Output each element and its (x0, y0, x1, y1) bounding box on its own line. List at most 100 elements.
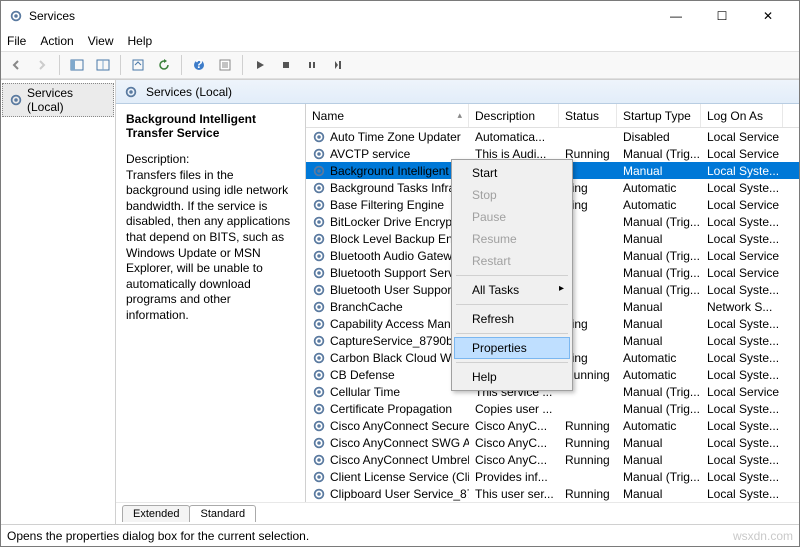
services-icon (9, 9, 23, 23)
cell-startup: Manual (617, 436, 701, 450)
show-hide-tree-button[interactable] (66, 54, 88, 76)
col-startup[interactable]: Startup Type (617, 104, 701, 127)
cell-description: Cisco AnyC... (469, 419, 559, 433)
table-row[interactable]: Cisco AnyConnect SWG Ag...Cisco AnyC...R… (306, 434, 799, 451)
cell-startup: Manual (617, 453, 701, 467)
col-description[interactable]: Description (469, 104, 559, 127)
back-button[interactable] (5, 54, 27, 76)
toolbar: ? (1, 51, 799, 79)
menu-view[interactable]: View (88, 34, 114, 48)
pause-service-button[interactable] (301, 54, 323, 76)
cell-logon: Local Syste... (701, 334, 783, 348)
cell-name: Base Filtering Engine (330, 198, 444, 212)
cell-description: Automatica... (469, 130, 559, 144)
context-menu-item[interactable]: Properties (454, 337, 570, 359)
context-menu-item[interactable]: Help (454, 366, 570, 388)
tree-root-services[interactable]: Services (Local) (2, 83, 114, 117)
selected-service-title: Background Intelligent Transfer Service (126, 112, 295, 140)
cell-name: Block Level Backup Eng... (330, 232, 469, 246)
cell-status: Running (559, 487, 617, 501)
gear-icon (312, 419, 326, 433)
cell-startup: Automatic (617, 419, 701, 433)
table-row[interactable]: Auto Time Zone UpdaterAutomatica...Disab… (306, 128, 799, 145)
context-menu-item[interactable]: Refresh (454, 308, 570, 330)
gear-icon (312, 487, 326, 501)
forward-button[interactable] (31, 54, 53, 76)
table-row[interactable]: Client License Service (ClipS...Provides… (306, 468, 799, 485)
table-row[interactable]: Clipboard User Service_8790bThis user se… (306, 485, 799, 502)
cell-logon: Local Syste... (701, 351, 783, 365)
gear-icon (312, 334, 326, 348)
cell-startup: Automatic (617, 351, 701, 365)
cell-startup: Automatic (617, 368, 701, 382)
cell-name: Bluetooth User Support ... (330, 283, 468, 297)
context-menu: StartStopPauseResumeRestartAll Tasks▸Ref… (451, 159, 573, 391)
maximize-button[interactable]: ☐ (699, 1, 745, 31)
context-menu-item[interactable]: All Tasks▸ (454, 279, 570, 301)
restart-service-button[interactable] (327, 54, 349, 76)
cell-status: Running (559, 419, 617, 433)
minimize-button[interactable]: — (653, 1, 699, 31)
cell-startup: Manual (Trig... (617, 283, 701, 297)
menu-file[interactable]: File (7, 34, 26, 48)
table-body[interactable]: Auto Time Zone UpdaterAutomatica...Disab… (306, 128, 799, 502)
gear-icon (312, 453, 326, 467)
cell-name: CaptureService_8790b (330, 334, 453, 348)
cell-name: Certificate Propagation (330, 402, 452, 416)
cell-startup: Manual (617, 164, 701, 178)
stop-service-button[interactable] (275, 54, 297, 76)
gear-icon (312, 266, 326, 280)
gear-icon (312, 164, 326, 178)
export-button[interactable] (127, 54, 149, 76)
cell-name: Background Tasks Infras... (330, 181, 469, 195)
service-detail-pane: Background Intelligent Transfer Service … (116, 104, 306, 502)
cell-name: AVCTP service (330, 147, 410, 161)
gear-icon (312, 470, 326, 484)
tab-extended[interactable]: Extended (122, 505, 190, 522)
cell-logon: Local Syste... (701, 487, 783, 501)
gear-icon (312, 232, 326, 246)
cell-description: Cisco AnyC... (469, 453, 559, 467)
cell-name: Background Intelligent T... (330, 164, 468, 178)
gear-icon (312, 283, 326, 297)
gear-icon (312, 198, 326, 212)
col-status[interactable]: Status (559, 104, 617, 127)
menubar: File Action View Help (1, 31, 799, 51)
submenu-arrow-icon: ▸ (559, 283, 564, 294)
col-name[interactable]: Name▴ (306, 104, 469, 127)
properties-button[interactable] (214, 54, 236, 76)
context-menu-item: Restart (454, 250, 570, 272)
cell-startup: Manual (Trig... (617, 385, 701, 399)
cell-name: Cellular Time (330, 385, 400, 399)
cell-logon: Local Syste... (701, 181, 783, 195)
cell-name: Cisco AnyConnect Secure ... (330, 419, 469, 433)
cell-name: Bluetooth Support Servi... (330, 266, 467, 280)
cell-logon: Local Syste... (701, 453, 783, 467)
titlebar: Services — ☐ ✕ (1, 1, 799, 31)
col-logon[interactable]: Log On As (701, 104, 783, 127)
start-service-button[interactable] (249, 54, 271, 76)
cell-logon: Local Service (701, 266, 783, 280)
table-header: Name▴ Description Status Startup Type Lo… (306, 104, 799, 128)
tab-standard[interactable]: Standard (189, 505, 256, 522)
menu-help[interactable]: Help (128, 34, 153, 48)
cell-startup: Disabled (617, 130, 701, 144)
cell-logon: Local Syste... (701, 419, 783, 433)
table-row[interactable]: Certificate PropagationCopies user ...Ma… (306, 400, 799, 417)
context-menu-item[interactable]: Start (454, 162, 570, 184)
table-row[interactable]: Cisco AnyConnect Umbrell...Cisco AnyC...… (306, 451, 799, 468)
refresh-button[interactable] (153, 54, 175, 76)
gear-icon (312, 147, 326, 161)
detail-view-button[interactable] (92, 54, 114, 76)
cell-name: CB Defense (330, 368, 395, 382)
help-button[interactable]: ? (188, 54, 210, 76)
menu-action[interactable]: Action (40, 34, 73, 48)
detail-panel: Services (Local) Background Intelligent … (116, 80, 799, 524)
close-button[interactable]: ✕ (745, 1, 791, 31)
cell-status: Running (559, 436, 617, 450)
cell-logon: Local Service (701, 385, 783, 399)
cell-name: BranchCache (330, 300, 403, 314)
cell-logon: Local Syste... (701, 436, 783, 450)
table-row[interactable]: Cisco AnyConnect Secure ...Cisco AnyC...… (306, 417, 799, 434)
cell-name: Cisco AnyConnect Umbrell... (330, 453, 469, 467)
